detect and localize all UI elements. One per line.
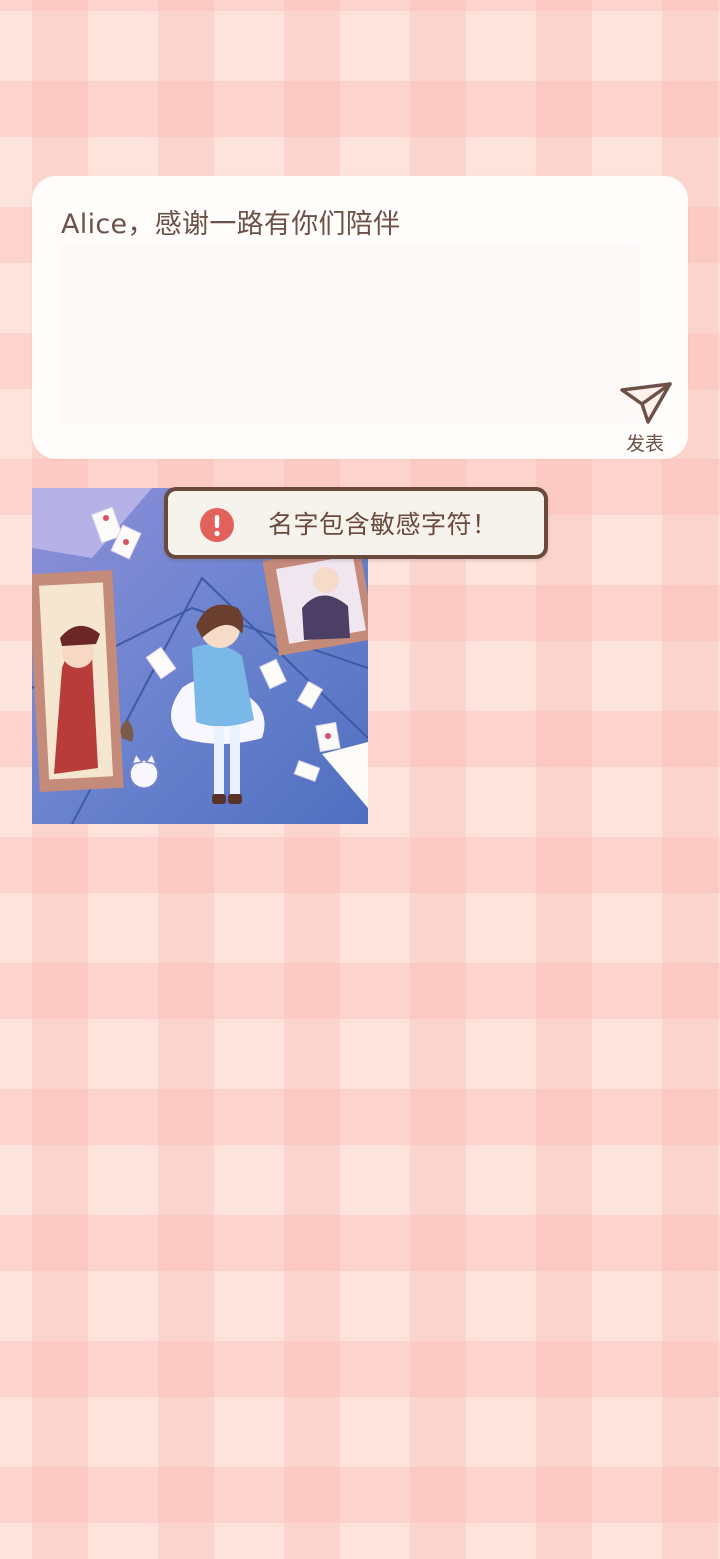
post-composer-card: Alice，感谢一路有你们陪伴 发表 xyxy=(32,176,688,459)
alert-icon xyxy=(200,508,234,542)
post-text-area[interactable] xyxy=(60,244,640,424)
toast-message: 名字包含敏感字符！ xyxy=(268,510,498,539)
error-toast: 名字包含敏感字符！ xyxy=(164,487,548,559)
post-button[interactable]: 发表 xyxy=(618,380,678,455)
paper-plane-icon xyxy=(620,382,672,424)
post-button-label: 发表 xyxy=(626,433,665,455)
post-text-content[interactable]: Alice，感谢一路有你们陪伴 xyxy=(61,206,601,244)
